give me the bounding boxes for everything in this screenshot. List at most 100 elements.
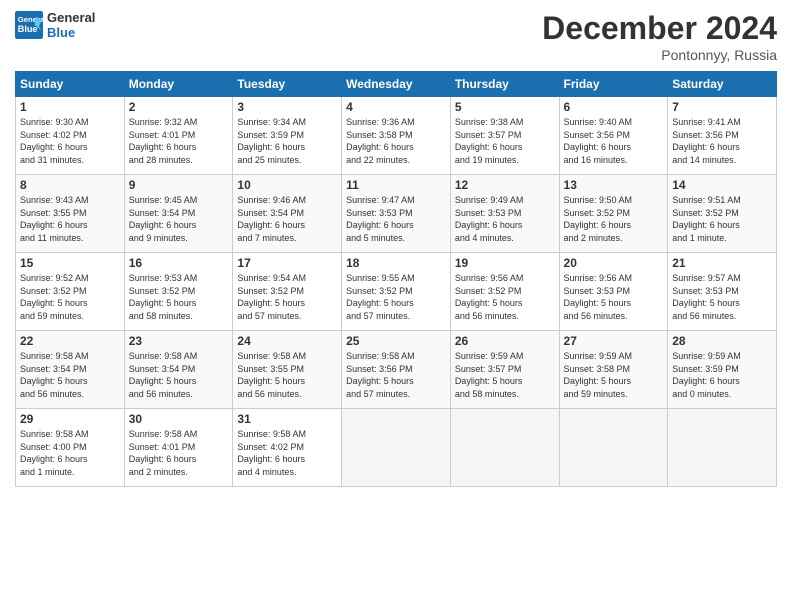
day-cell: 19Sunrise: 9:56 AMSunset: 3:52 PMDayligh… (450, 253, 559, 331)
info-line: Sunrise: 9:56 AM (564, 272, 664, 285)
logo-icon: General Blue (15, 11, 43, 39)
info-line: Sunset: 3:53 PM (672, 285, 772, 298)
day-cell: 20 Sunrise: 9:56 AMSunset: 3:53 PMDayligh… (559, 253, 668, 331)
info-line: Sunrise: 9:59 AM (564, 350, 664, 363)
day-info: Sunrise: 9:36 AMSunset: 3:58 PMDaylight:… (346, 116, 446, 166)
info-line: Sunset: 3:57 PM (455, 363, 555, 376)
info-line: Sunset: 3:52 PM (346, 285, 446, 298)
day-info: Sunrise: 9:58 AMSunset: 3:54 PMDaylight:… (20, 350, 120, 400)
day-info: Sunrise: 9:59 AMSunset: 3:59 PMDaylight:… (672, 350, 772, 400)
day-cell (559, 409, 668, 487)
info-line: Daylight: 5 hours (564, 375, 664, 388)
info-line: Daylight: 5 hours (455, 297, 555, 310)
info-line: and 59 minutes. (20, 310, 120, 323)
info-line: Sunset: 3:53 PM (564, 285, 664, 298)
info-line: Sunrise: 9:51 AM (672, 194, 772, 207)
info-line: Sunrise: 9:43 AM (20, 194, 120, 207)
info-line: and 19 minutes. (455, 154, 555, 167)
info-line: Sunrise: 9:36 AM (346, 116, 446, 129)
info-line: Sunset: 3:58 PM (346, 129, 446, 142)
info-line: and 5 minutes. (346, 232, 446, 245)
logo: General Blue GeneralBlue (15, 10, 95, 40)
info-line: Sunrise: 9:49 AM (455, 194, 555, 207)
info-line: and 28 minutes. (129, 154, 229, 167)
info-line: Sunrise: 9:58 AM (129, 428, 229, 441)
info-line: and 31 minutes. (20, 154, 120, 167)
day-number: 1 (20, 100, 120, 114)
info-line: Sunrise: 9:32 AM (129, 116, 229, 129)
day-number: 14 (672, 178, 772, 192)
info-line: and 56 minutes. (129, 388, 229, 401)
info-line: and 57 minutes. (346, 388, 446, 401)
day-cell: 8Sunrise: 9:43 AMSunset: 3:55 PMDaylight… (16, 175, 125, 253)
info-line: and 25 minutes. (237, 154, 337, 167)
day-cell: 1Sunrise: 9:30 AMSunset: 4:02 PMDaylight… (16, 97, 125, 175)
header-cell-wednesday: Wednesday (342, 72, 451, 97)
info-line: and 16 minutes. (564, 154, 664, 167)
day-cell: 10Sunrise: 9:46 AMSunset: 3:54 PMDayligh… (233, 175, 342, 253)
day-number: 20 (564, 256, 664, 270)
day-number: 4 (346, 100, 446, 114)
info-line: and 1 minute. (672, 232, 772, 245)
day-info: Sunrise: 9:59 AMSunset: 3:58 PMDaylight:… (564, 350, 664, 400)
info-line: Daylight: 5 hours (237, 375, 337, 388)
info-line: Daylight: 5 hours (20, 375, 120, 388)
day-number: 8 (20, 178, 120, 192)
day-cell: 6Sunrise: 9:40 AMSunset: 3:56 PMDaylight… (559, 97, 668, 175)
header-cell-sunday: Sunday (16, 72, 125, 97)
day-cell: 7Sunrise: 9:41 AMSunset: 3:56 PMDaylight… (668, 97, 777, 175)
info-line: Daylight: 6 hours (20, 453, 120, 466)
day-cell: 29Sunrise: 9:58 AMSunset: 4:00 PMDayligh… (16, 409, 125, 487)
day-cell: 4 Sunrise: 9:36 AMSunset: 3:58 PMDaylight… (342, 97, 451, 175)
info-line: and 58 minutes. (455, 388, 555, 401)
info-line: Sunrise: 9:59 AM (672, 350, 772, 363)
day-cell: 30Sunrise: 9:58 AMSunset: 4:01 PMDayligh… (124, 409, 233, 487)
info-line: Daylight: 5 hours (237, 297, 337, 310)
week-row-3: 15Sunrise: 9:52 AMSunset: 3:52 PMDayligh… (16, 253, 777, 331)
day-number: 9 (129, 178, 229, 192)
info-line: Sunset: 3:54 PM (129, 363, 229, 376)
info-line: Daylight: 5 hours (346, 375, 446, 388)
calendar-page: General Blue GeneralBlue December 2024 P… (0, 0, 792, 612)
info-line: Sunset: 3:59 PM (237, 129, 337, 142)
info-line: Daylight: 6 hours (455, 219, 555, 232)
info-line: Sunset: 3:56 PM (346, 363, 446, 376)
day-info: Sunrise: 9:50 AMSunset: 3:52 PMDaylight:… (564, 194, 664, 244)
info-line: and 2 minutes. (129, 466, 229, 479)
info-line: Sunrise: 9:52 AM (20, 272, 120, 285)
info-line: Daylight: 6 hours (564, 141, 664, 154)
info-line: and 59 minutes. (564, 388, 664, 401)
info-line: and 56 minutes. (455, 310, 555, 323)
day-info: Sunrise: 9:56 AMSunset: 3:53 PMDaylight:… (564, 272, 664, 322)
day-info: Sunrise: 9:58 AMSunset: 4:02 PMDaylight:… (237, 428, 337, 478)
day-number: 7 (672, 100, 772, 114)
info-line: Sunset: 3:56 PM (672, 129, 772, 142)
info-line: Sunset: 3:53 PM (455, 207, 555, 220)
info-line: Daylight: 6 hours (237, 453, 337, 466)
info-line: Sunrise: 9:46 AM (237, 194, 337, 207)
day-info: Sunrise: 9:57 AMSunset: 3:53 PMDaylight:… (672, 272, 772, 322)
day-cell: 26Sunrise: 9:59 AMSunset: 3:57 PMDayligh… (450, 331, 559, 409)
info-line: Sunset: 3:55 PM (20, 207, 120, 220)
day-cell: 25Sunrise: 9:58 AMSunset: 3:56 PMDayligh… (342, 331, 451, 409)
day-number: 29 (20, 412, 120, 426)
day-number: 6 (564, 100, 664, 114)
info-line: and 56 minutes. (564, 310, 664, 323)
info-line: Daylight: 6 hours (455, 141, 555, 154)
info-line: Sunrise: 9:58 AM (20, 428, 120, 441)
info-line: Sunset: 3:54 PM (20, 363, 120, 376)
info-line: Sunrise: 9:53 AM (129, 272, 229, 285)
info-line: and 22 minutes. (346, 154, 446, 167)
day-cell: 27Sunrise: 9:59 AMSunset: 3:58 PMDayligh… (559, 331, 668, 409)
day-number: 21 (672, 256, 772, 270)
info-line: Sunset: 4:01 PM (129, 441, 229, 454)
info-line: Sunset: 3:52 PM (564, 207, 664, 220)
day-number: 2 (129, 100, 229, 114)
day-info: Sunrise: 9:49 AMSunset: 3:53 PMDaylight:… (455, 194, 555, 244)
day-info: Sunrise: 9:58 AMSunset: 4:01 PMDaylight:… (129, 428, 229, 478)
day-number: 10 (237, 178, 337, 192)
day-cell (450, 409, 559, 487)
info-line: Sunrise: 9:50 AM (564, 194, 664, 207)
calendar-subtitle: Pontonnyy, Russia (542, 47, 777, 63)
info-line: Daylight: 6 hours (237, 219, 337, 232)
